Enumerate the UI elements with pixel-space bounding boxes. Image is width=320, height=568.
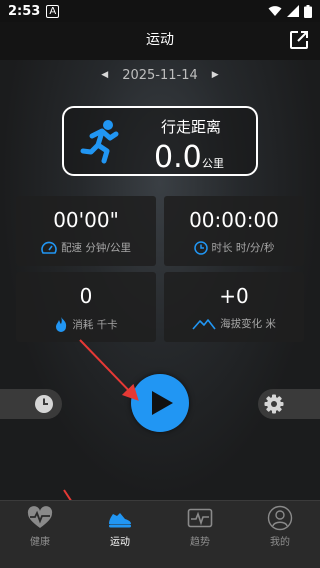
duration-tile: 00:00:00 时长 时/分/秒	[164, 196, 304, 266]
duration-label: 时长 时/分/秒	[211, 242, 275, 254]
nav-label-profile: 我的	[270, 537, 290, 548]
distance-label: 行走距离	[161, 118, 222, 136]
duration-value: 00:00:00	[189, 208, 279, 232]
altitude-value: +0	[219, 284, 249, 308]
signal-icon	[287, 5, 299, 17]
flame-icon	[56, 317, 67, 332]
caret-left-icon[interactable]: ◀	[101, 70, 108, 80]
nav-item-sport[interactable]: 运动	[80, 501, 160, 568]
clock-icon	[193, 240, 208, 255]
pace-value: 00'00"	[53, 208, 119, 232]
heart-pulse-icon	[27, 506, 53, 528]
nav-item-trend[interactable]: 趋势	[160, 501, 240, 568]
nav-item-profile[interactable]: 我的	[240, 501, 320, 568]
notification-a-icon: A	[46, 4, 60, 18]
caret-right-icon[interactable]: ▶	[212, 70, 219, 80]
calories-label: 消耗 千卡	[72, 318, 118, 331]
running-person-icon	[80, 120, 119, 164]
nav-label-health: 健康	[30, 537, 50, 548]
calories-tile: 0 消耗 千卡	[16, 272, 156, 342]
date-navigator: ◀ 2025-11-14 ▶	[0, 64, 320, 86]
distance-unit: 公里	[202, 157, 224, 170]
sneaker-icon	[109, 513, 131, 528]
trend-chart-icon	[187, 508, 213, 528]
battery-icon	[304, 4, 312, 18]
start-workout-button[interactable]	[131, 374, 189, 432]
app-bar: 运动	[0, 22, 320, 60]
page-title: 运动	[146, 32, 174, 48]
gear-icon	[264, 394, 284, 414]
share-external-icon[interactable]	[288, 29, 310, 51]
history-button[interactable]	[0, 389, 62, 419]
status-bar: 2:53 A	[0, 0, 320, 22]
status-time: 2:53	[8, 3, 41, 19]
calories-value: 0	[79, 284, 93, 308]
nav-label-sport: 运动	[110, 537, 130, 548]
play-icon	[152, 391, 173, 415]
walking-distance-card: 行走距离 0.0 公里	[62, 106, 258, 176]
nav-label-trend: 趋势	[190, 537, 210, 548]
distance-value: 0.0	[154, 140, 202, 175]
pace-tile: 00'00" 配速 分钟/公里	[16, 196, 156, 266]
clock-history-icon	[35, 395, 53, 413]
pace-label: 配速 分钟/公里	[61, 242, 131, 254]
status-icons	[268, 4, 312, 18]
bottom-navigation: 健康 运动 趋势 我的	[0, 500, 320, 568]
mountain-icon	[192, 318, 216, 330]
speedometer-icon	[41, 241, 57, 254]
wifi-icon	[268, 6, 282, 16]
current-date: 2025-11-14	[122, 67, 198, 83]
settings-button[interactable]	[258, 389, 320, 419]
nav-item-health[interactable]: 健康	[0, 501, 80, 568]
altitude-tile: +0 海拔变化 米	[164, 272, 304, 342]
profile-icon	[267, 505, 293, 531]
altitude-label: 海拔变化 米	[220, 318, 276, 330]
